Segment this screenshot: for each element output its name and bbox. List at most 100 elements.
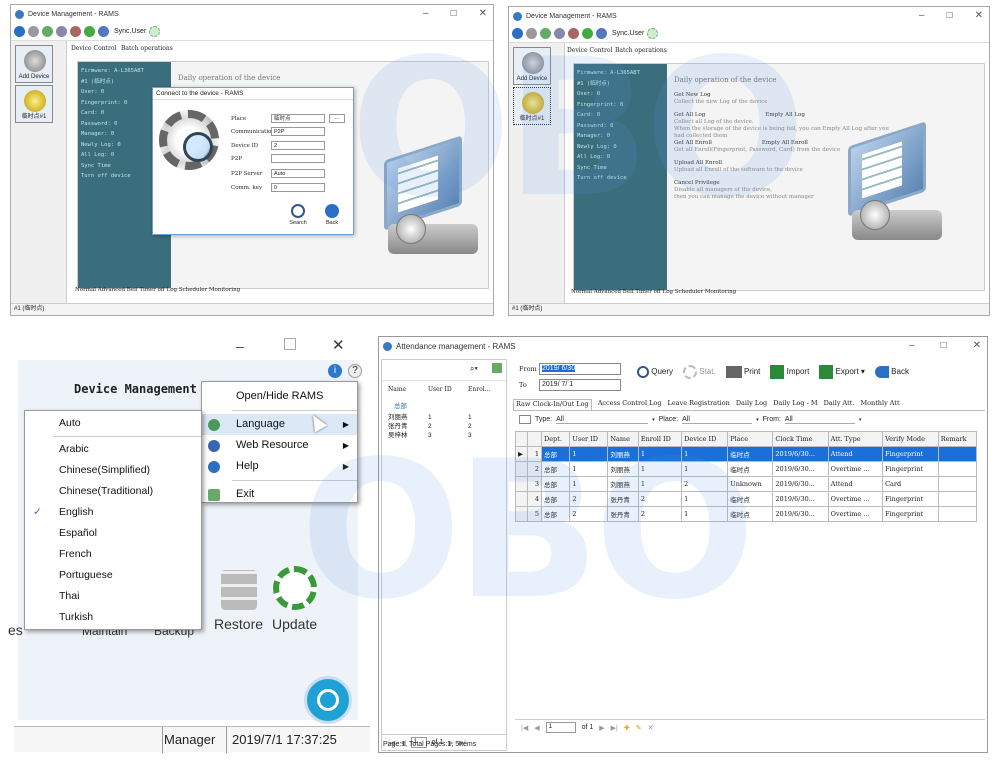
restore-button[interactable]: Restore: [214, 570, 263, 632]
search-icon[interactable]: [56, 26, 67, 37]
table-cell[interactable]: Fingerprint: [882, 506, 939, 522]
org-tree-icon[interactable]: [492, 363, 502, 373]
tab-leave[interactable]: Leave Registration: [668, 399, 730, 410]
search-button[interactable]: Search: [287, 204, 309, 226]
device-id-input[interactable]: 2: [271, 141, 325, 150]
lang-espanol[interactable]: Español: [25, 523, 201, 544]
back-button[interactable]: Back: [874, 366, 909, 378]
refresh-icon[interactable]: [84, 26, 95, 37]
back-button[interactable]: Back: [321, 204, 343, 226]
sync-user-button[interactable]: Sync.User: [114, 28, 146, 35]
power-button[interactable]: [304, 676, 352, 724]
prev-page-icon[interactable]: ◀: [534, 724, 539, 732]
lang-chinese-traditional[interactable]: Chinese(Traditional): [25, 481, 201, 502]
table-cell[interactable]: [937, 446, 978, 462]
lang-turkish[interactable]: Turkish: [25, 607, 201, 628]
place-more-button[interactable]: ...: [329, 114, 345, 123]
tab-raw-log[interactable]: Raw Clock-In/Out Log: [513, 399, 592, 410]
table-cell[interactable]: [937, 506, 978, 522]
lang-thai[interactable]: Thai: [25, 586, 201, 607]
close-button[interactable]: ✕: [975, 10, 983, 21]
lang-english[interactable]: ✓ English: [25, 502, 201, 523]
add-icon[interactable]: ✚: [624, 724, 630, 732]
edit-icon[interactable]: ✎: [636, 724, 642, 732]
print-button[interactable]: Print: [725, 366, 760, 378]
lang-auto[interactable]: Auto: [25, 413, 201, 434]
table-cell[interactable]: [937, 491, 978, 507]
minimize-button[interactable]: –: [919, 10, 925, 21]
p2p-input[interactable]: [271, 154, 325, 163]
close-button[interactable]: ✕: [332, 336, 345, 354]
from-date-picker[interactable]: 2019/ 6/30: [539, 363, 621, 375]
table-cell[interactable]: 2019/6/30...: [772, 476, 829, 492]
col-verify-mode[interactable]: Verify Mode: [882, 431, 939, 447]
export-button[interactable]: Export ▾: [819, 365, 865, 379]
communication-select[interactable]: P2P: [271, 127, 325, 136]
delete-icon[interactable]: [70, 26, 81, 37]
tab-device-control[interactable]: Device Control: [71, 45, 116, 52]
bottom-tabs[interactable]: Normal Advanced Bell Timer off Log Sched…: [571, 289, 736, 295]
col-att-type[interactable]: Att. Type: [827, 431, 884, 447]
lang-chinese-simplified[interactable]: Chinese(Simplified): [25, 460, 201, 481]
query-button[interactable]: Query: [637, 366, 673, 378]
delete-icon[interactable]: ✕: [648, 724, 654, 732]
col-clock-time[interactable]: Clock Time: [772, 431, 829, 447]
search-icon[interactable]: ⌕▾: [470, 364, 478, 374]
status-bar: #1 (临时点): [11, 303, 493, 315]
gear-icon[interactable]: [42, 26, 53, 37]
table-cell[interactable]: Fingerprint: [882, 461, 939, 477]
close-button[interactable]: ✕: [973, 340, 981, 351]
dept-group[interactable]: 总部: [394, 400, 407, 410]
menu-open-hide[interactable]: Open/Hide RAMS: [202, 386, 357, 407]
comm-key-input[interactable]: 0: [271, 183, 325, 192]
from-select[interactable]: All: [784, 416, 855, 424]
table-cell[interactable]: [937, 476, 978, 492]
page-input[interactable]: 1: [545, 722, 576, 733]
info-icon[interactable]: i: [328, 364, 342, 378]
minimize-button[interactable]: –: [236, 338, 244, 354]
place-select[interactable]: 临时点: [271, 114, 325, 123]
add-device-button[interactable]: Add Device: [15, 45, 53, 83]
tab-daily-att[interactable]: Daily Att.: [824, 399, 855, 410]
tab-monthly-att[interactable]: Monthly Att: [860, 399, 899, 410]
help-icon[interactable]: ?: [348, 364, 362, 378]
table-cell[interactable]: Attend: [827, 446, 884, 462]
table-cell[interactable]: Overtime ...: [827, 461, 884, 477]
table-cell[interactable]: 2019/6/30...: [772, 506, 829, 522]
lang-arabic[interactable]: Arabic: [25, 439, 201, 460]
table-cell[interactable]: 2019/6/30...: [772, 461, 829, 477]
tab-daily-log-m[interactable]: Daily Log - M: [773, 399, 817, 410]
lang-french[interactable]: French: [25, 544, 201, 565]
forward-icon[interactable]: [28, 26, 39, 37]
maximize-button[interactable]: □: [941, 340, 947, 351]
to-date-picker[interactable]: 2019/ 7/ 1: [539, 379, 621, 391]
back-arrow-icon: [874, 366, 889, 378]
users-icon[interactable]: [98, 26, 109, 37]
stat-button[interactable]: Stat.: [683, 365, 716, 379]
import-button[interactable]: Import: [770, 365, 809, 379]
table-cell[interactable]: [937, 461, 978, 477]
table-cell[interactable]: Fingerprint: [882, 446, 939, 462]
col-remark[interactable]: Remark: [937, 431, 978, 447]
table-cell[interactable]: Overtime ...: [827, 491, 884, 507]
minimize-button[interactable]: –: [909, 340, 915, 351]
p2p-server-select[interactable]: Auto: [271, 169, 325, 178]
table-cell[interactable]: Overtime ...: [827, 506, 884, 522]
back-icon[interactable]: [14, 26, 25, 37]
tab-batch-operations[interactable]: Batch operations: [121, 45, 173, 52]
table-cell[interactable]: 2019/6/30...: [772, 491, 829, 507]
device-item[interactable]: 临时点#1: [15, 85, 53, 123]
bottom-tabs[interactable]: Normal Advanced Bell Timer off Log Sched…: [75, 287, 240, 293]
lang-portuguese[interactable]: Portuguese: [25, 565, 201, 586]
table-cell[interactable]: 2019/6/30...: [772, 446, 829, 462]
table-cell[interactable]: Attend: [827, 476, 884, 492]
last-page-icon[interactable]: ▶|: [611, 724, 618, 732]
tab-access-control[interactable]: Access Control Log: [598, 399, 662, 410]
tab-daily-log[interactable]: Daily Log: [736, 399, 767, 410]
next-page-icon[interactable]: ▶: [599, 724, 604, 732]
maximize-button[interactable]: □: [947, 10, 953, 21]
first-page-icon[interactable]: |◀: [521, 724, 528, 732]
maximize-button[interactable]: [284, 338, 296, 350]
table-cell[interactable]: Card: [882, 476, 939, 492]
table-cell[interactable]: Fingerprint: [882, 491, 939, 507]
